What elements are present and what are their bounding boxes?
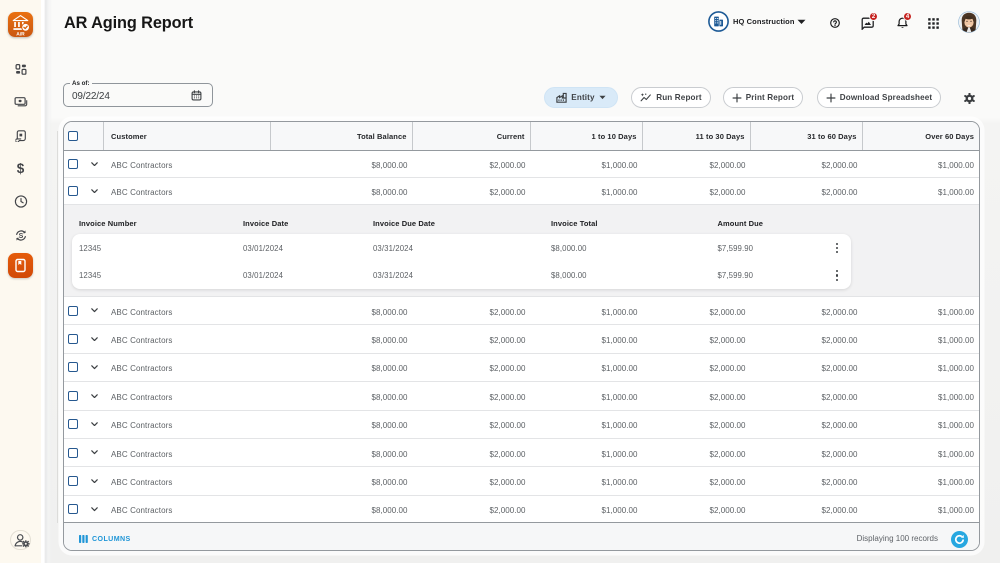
svg-text:S: S (18, 233, 23, 240)
svg-text:A/R: A/R (16, 31, 25, 37)
